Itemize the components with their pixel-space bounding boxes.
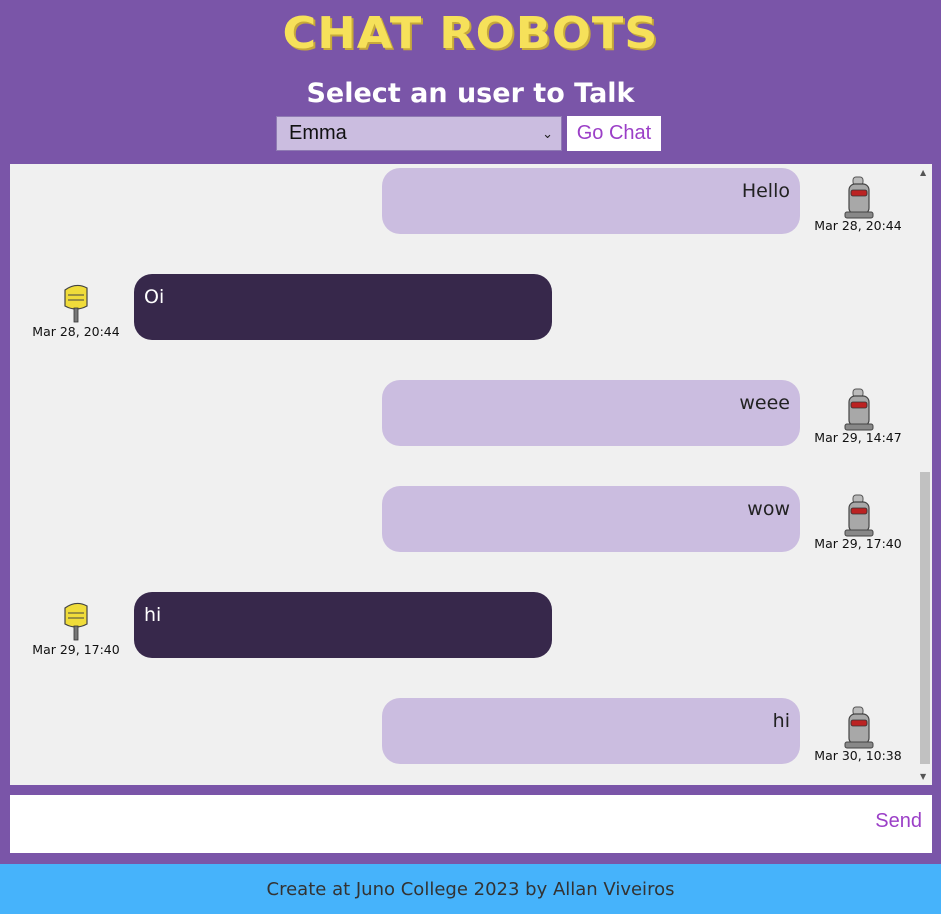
app-logo: CHAT ROBOTS	[282, 7, 659, 59]
message-bubble-outgoing: weee	[382, 380, 800, 446]
footer: Create at Juno College 2023 by Allan Viv…	[0, 864, 941, 914]
yellow-robot-icon	[64, 284, 88, 323]
message-bubble-incoming: Oi	[134, 274, 552, 340]
page-subtitle: Select an user to Talk	[306, 78, 635, 109]
user-select[interactable]: Emma ⌄	[276, 116, 562, 151]
robot-icon	[844, 388, 874, 431]
message-timestamp: Mar 30, 10:38	[814, 748, 902, 763]
scroll-up-arrow-icon[interactable]: ▲	[920, 168, 926, 177]
message-bubble-outgoing: hi	[382, 698, 800, 764]
message-input[interactable]: Send	[10, 795, 932, 853]
chat-area[interactable]: Hello Mar 28, 20:44 Oi Mar 28, 20:44 wee…	[10, 164, 932, 785]
go-chat-button[interactable]: Go Chat	[567, 116, 661, 151]
chat-scrollbar[interactable]: ▲ ▼	[917, 164, 932, 785]
message-bubble-incoming: hi	[134, 592, 552, 658]
chevron-down-icon: ⌄	[542, 125, 553, 141]
message-timestamp: Mar 29, 17:40	[814, 536, 902, 551]
message-timestamp: Mar 28, 20:44	[32, 324, 120, 339]
header: CHAT ROBOTS Select an user to Talk Emma …	[0, 0, 941, 164]
message-bubble-outgoing: Hello	[382, 168, 800, 234]
yellow-robot-icon	[64, 602, 88, 641]
robot-icon	[844, 706, 874, 749]
message-timestamp: Mar 29, 14:47	[814, 430, 902, 445]
robot-icon	[844, 494, 874, 537]
message-bubble-outgoing: wow	[382, 486, 800, 552]
scrollbar-thumb[interactable]	[920, 472, 930, 764]
user-select-value: Emma	[289, 122, 347, 144]
robot-icon	[844, 176, 874, 219]
message-timestamp: Mar 28, 20:44	[814, 218, 902, 233]
footer-credit: Create at Juno College 2023 by Allan Viv…	[266, 878, 675, 900]
send-button[interactable]: Send	[875, 810, 922, 833]
scroll-down-arrow-icon[interactable]: ▼	[920, 772, 926, 781]
message-timestamp: Mar 29, 17:40	[32, 642, 120, 657]
